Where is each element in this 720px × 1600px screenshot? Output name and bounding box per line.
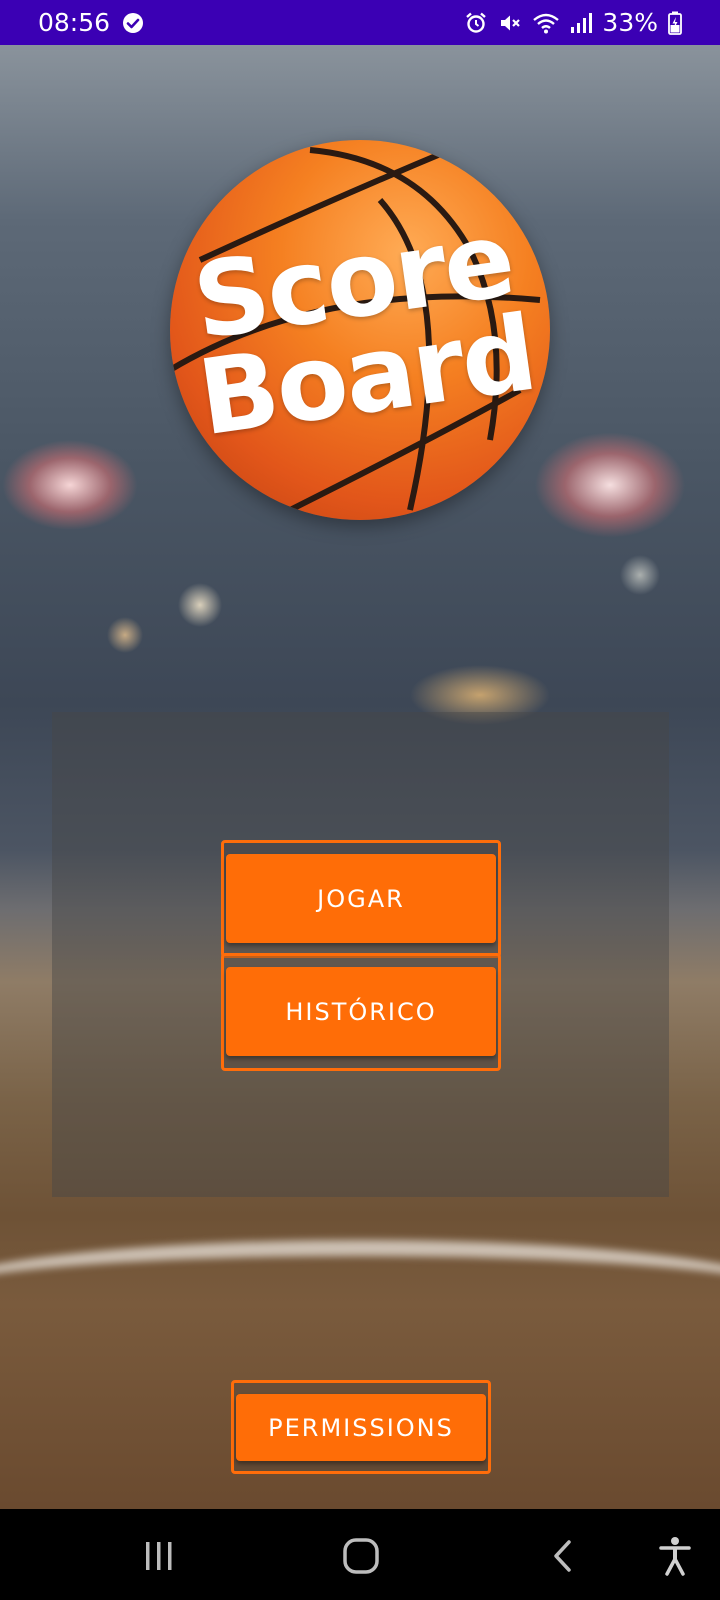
status-left: 08:56 <box>38 8 144 37</box>
wifi-icon <box>532 11 560 35</box>
status-time: 08:56 <box>38 8 111 37</box>
signal-icon <box>570 11 593 35</box>
accessibility-icon[interactable] <box>650 1531 700 1581</box>
play-button-frame: JOGAR <box>221 840 501 958</box>
alarm-icon <box>464 11 488 35</box>
back-icon[interactable] <box>538 1531 588 1581</box>
play-button[interactable]: JOGAR <box>226 854 496 943</box>
court-line <box>0 1240 720 1296</box>
nav-bar <box>0 1509 720 1600</box>
status-right: 33% <box>464 8 682 37</box>
recent-apps-icon[interactable] <box>134 1531 184 1581</box>
battery-percent: 33% <box>602 8 658 37</box>
screen: 08:56 33% Score Board JOGAR HISTÓRICO PE… <box>0 0 720 1600</box>
app-logo: Score Board <box>170 140 550 520</box>
permissions-button-frame: PERMISSIONS <box>231 1380 491 1474</box>
battery-charging-icon <box>668 11 682 35</box>
permissions-button[interactable]: PERMISSIONS <box>236 1394 486 1461</box>
status-bar: 08:56 33% <box>0 0 720 45</box>
check-circle-icon <box>122 12 144 34</box>
history-button[interactable]: HISTÓRICO <box>226 967 496 1056</box>
home-icon[interactable] <box>336 1531 386 1581</box>
menu-panel: JOGAR HISTÓRICO <box>52 712 669 1197</box>
logo-text: Score Board <box>158 198 561 460</box>
history-button-frame: HISTÓRICO <box>221 953 501 1071</box>
mute-icon <box>498 11 522 35</box>
